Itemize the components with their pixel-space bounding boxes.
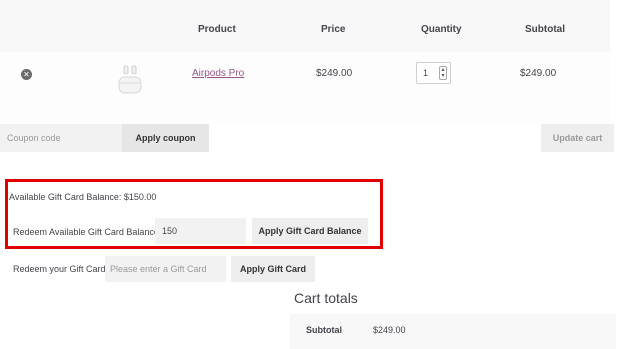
header-price: Price: [321, 24, 346, 35]
redeem-balance-label: Redeem Available Gift Card Balance: [13, 227, 159, 237]
cart-totals-title: Cart totals: [294, 290, 358, 306]
apply-coupon-button[interactable]: Apply coupon: [122, 124, 209, 152]
product-link[interactable]: Airpods Pro: [192, 68, 244, 79]
redeem-balance-input[interactable]: 150: [155, 218, 246, 244]
header-product: Product: [198, 24, 236, 35]
gift-balance-text: Available Gift Card Balance: $150.00: [9, 192, 157, 202]
totals-subtotal-value: $249.00: [373, 325, 406, 335]
item-subtotal: $249.00: [520, 68, 557, 79]
cart-item-row: [0, 52, 610, 124]
totals-subtotal-label: Subtotal: [306, 325, 342, 335]
redeem-gift-card-label: Redeem your Gift Card: [13, 264, 106, 274]
cart-table-header: [0, 0, 610, 52]
apply-gift-card-button[interactable]: Apply Gift Card: [231, 256, 315, 282]
update-cart-button[interactable]: Update cart: [541, 124, 614, 152]
header-subtotal: Subtotal: [525, 24, 565, 35]
header-quantity: Quantity: [421, 24, 462, 35]
quantity-stepper[interactable]: 1 ▴ ▾: [416, 62, 451, 84]
quantity-value[interactable]: 1: [423, 68, 428, 78]
item-price: $249.00: [316, 68, 353, 79]
coupon-input[interactable]: Coupon code: [0, 124, 122, 152]
product-thumbnail[interactable]: [116, 63, 144, 95]
spinner-arrows-icon[interactable]: ▴ ▾: [439, 66, 447, 80]
remove-item-icon[interactable]: ✕: [21, 69, 32, 80]
gift-card-input[interactable]: Please enter a Gift Card: [105, 256, 226, 282]
apply-gift-balance-button[interactable]: Apply Gift Card Balance: [252, 218, 368, 244]
